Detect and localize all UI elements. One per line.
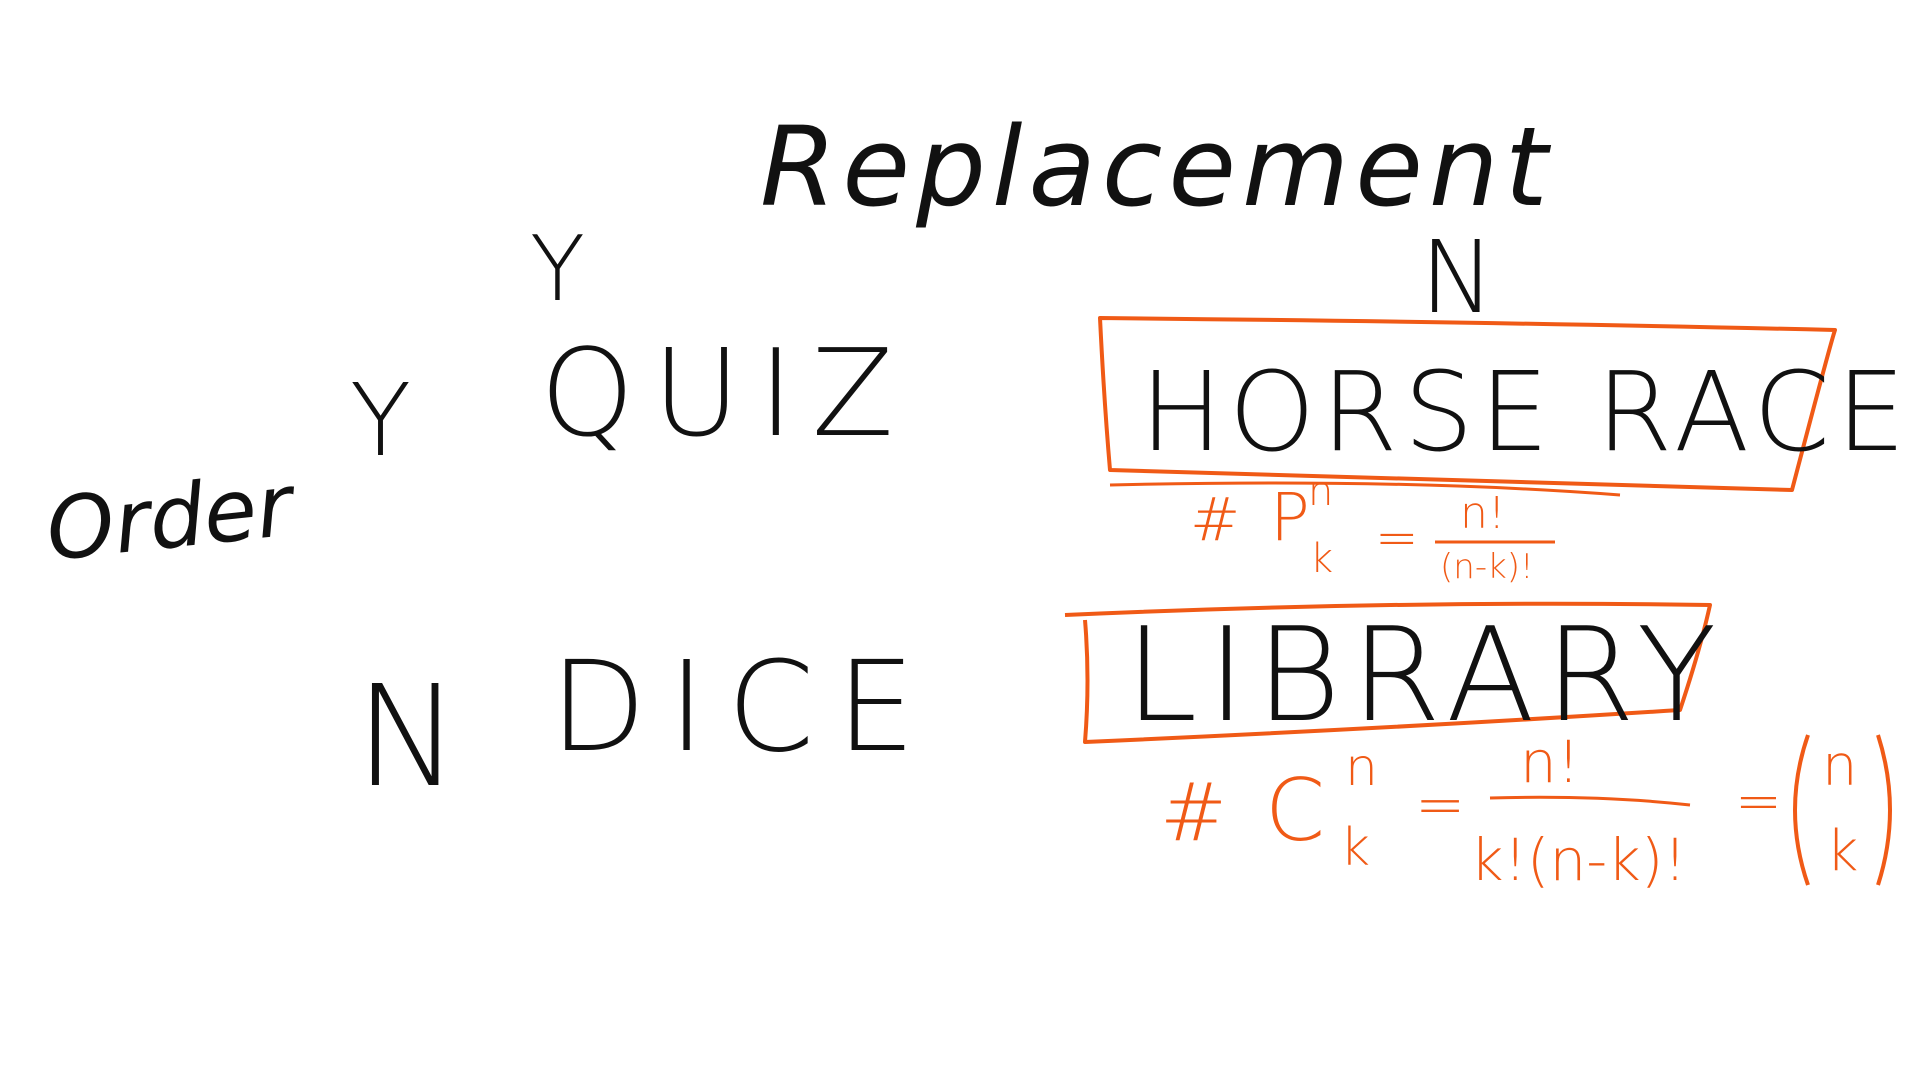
permutation-hash: # bbox=[1190, 485, 1240, 555]
column-header-no: N bbox=[1420, 219, 1495, 336]
combination-subscript: k bbox=[1340, 818, 1370, 878]
permutation-equals: = bbox=[1375, 508, 1419, 568]
row-label-no: N bbox=[355, 656, 460, 819]
whiteboard-canvas: Replacement Y N Order Y N QUIZ DICE HORS… bbox=[0, 0, 1920, 1080]
cell-library: LIBRARY bbox=[1125, 599, 1726, 751]
horse-race-underline-stroke bbox=[1109, 481, 1621, 497]
permutation-symbol: P bbox=[1270, 479, 1310, 556]
binomial-right-paren bbox=[1876, 734, 1892, 886]
cell-quiz: QUIZ bbox=[540, 325, 912, 464]
column-header-yes: Y bbox=[530, 217, 585, 322]
combination-equals: = bbox=[1415, 770, 1465, 840]
combination-equals-2: = bbox=[1735, 769, 1782, 834]
whiteboard-drawing: Replacement Y N Order Y N QUIZ DICE HORS… bbox=[42, 103, 1912, 894]
permutation-denominator: (n-k)! bbox=[1440, 547, 1534, 587]
cell-dice: DICE bbox=[550, 635, 937, 780]
combination-superscript: n bbox=[1345, 738, 1378, 798]
combination-fraction-bar bbox=[1489, 795, 1691, 807]
binomial-top: n bbox=[1822, 734, 1858, 799]
permutation-numerator: n! bbox=[1460, 488, 1506, 539]
order-row-title: Order bbox=[42, 455, 302, 581]
permutation-subscript: k bbox=[1310, 536, 1333, 582]
combination-numerator: n! bbox=[1520, 728, 1580, 796]
combination-symbol: C bbox=[1265, 761, 1325, 861]
binomial-left-paren bbox=[1793, 734, 1810, 886]
combination-denominator: k!(n-k)! bbox=[1470, 826, 1687, 894]
cell-horse-race: HORSE RACE bbox=[1140, 348, 1912, 476]
row-label-yes: Y bbox=[350, 362, 411, 479]
replacement-title: Replacement bbox=[760, 103, 1554, 231]
binomial-bottom: k bbox=[1826, 819, 1858, 884]
combination-hash: # bbox=[1160, 766, 1227, 859]
permutation-superscript: n bbox=[1308, 469, 1333, 515]
combination-formula: # C n k = n! k!(n-k)! = n k bbox=[1160, 728, 1892, 894]
